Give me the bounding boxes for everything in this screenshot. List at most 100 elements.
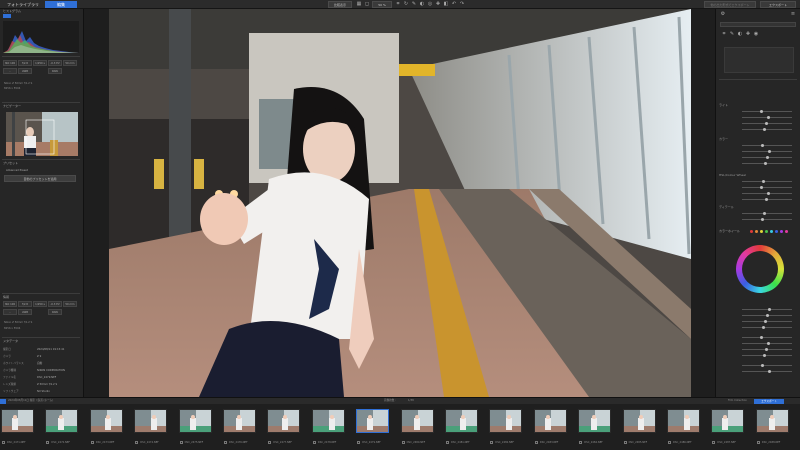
colour-swatch[interactable]: [760, 230, 763, 233]
select-checkbox[interactable]: [224, 441, 227, 444]
slider-knob[interactable]: [763, 354, 766, 357]
flash-button[interactable]: -: [3, 68, 17, 74]
compare-button[interactable]: 比較表示: [328, 1, 352, 8]
adjustment-slider[interactable]: [742, 144, 792, 147]
filmstrip-thumbnail[interactable]: [178, 409, 212, 433]
colour-swatch[interactable]: [775, 230, 778, 233]
adjustment-slider[interactable]: [742, 198, 792, 201]
filmstrip-thumbnail[interactable]: [1, 409, 34, 433]
adjustment-slider[interactable]: [742, 354, 792, 357]
adjustment-slider[interactable]: [742, 150, 792, 153]
eye-tool-icon[interactable]: ◉: [753, 31, 759, 37]
slider-knob[interactable]: [768, 150, 771, 153]
adjustment-slider[interactable]: [742, 156, 792, 159]
crop-tool-icon[interactable]: ⌗: [721, 31, 727, 37]
select-checkbox[interactable]: [135, 441, 139, 444]
select-checkbox[interactable]: [490, 441, 494, 444]
colour-swatch[interactable]: [780, 230, 783, 233]
slider-knob[interactable]: [760, 110, 763, 113]
filmstrip-thumbnail[interactable]: [533, 409, 567, 433]
mask-tool-icon[interactable]: ◐: [737, 31, 743, 37]
slider-knob[interactable]: [763, 128, 766, 131]
adjustment-slider[interactable]: [742, 180, 792, 183]
filmstrip-thumbnail[interactable]: [356, 409, 390, 433]
advanced-preset-label[interactable]: Advanced Preset: [6, 169, 28, 172]
slider-knob[interactable]: [767, 192, 770, 195]
adjustment-slider[interactable]: [742, 336, 792, 339]
select-checkbox[interactable]: [2, 441, 5, 444]
zoom-select[interactable]: 50 %: [372, 1, 392, 8]
light-section-title[interactable]: ライト: [719, 103, 728, 108]
select-checkbox[interactable]: [90, 441, 94, 444]
slider-knob[interactable]: [761, 218, 764, 221]
slider-knob[interactable]: [763, 212, 766, 215]
slider-knob[interactable]: [767, 116, 770, 119]
colour-section-title[interactable]: カラー: [719, 137, 728, 142]
tab-library[interactable]: フォトライブラリ: [4, 1, 42, 8]
select-checkbox[interactable]: [268, 441, 272, 444]
slider-knob[interactable]: [766, 156, 769, 159]
adjustment-slider[interactable]: [742, 342, 792, 345]
select-checkbox[interactable]: [579, 441, 583, 444]
film-collection[interactable]: Film Collection: [728, 399, 747, 402]
wb-button[interactable]: AWB: [18, 68, 32, 74]
adjustment-slider[interactable]: [742, 326, 792, 329]
select-checkbox[interactable]: [179, 441, 183, 444]
apply-auto-preset-button[interactable]: 自動のプリセットを適用: [4, 175, 76, 182]
main-photo-canvas[interactable]: [109, 9, 691, 397]
gradient-icon[interactable]: ◐: [419, 1, 425, 7]
undo-icon[interactable]: ↶: [451, 1, 457, 7]
tab-edit[interactable]: 編集: [45, 1, 77, 8]
fit-view-icon[interactable]: ◻: [364, 1, 370, 7]
filmstrip-thumbnail[interactable]: [134, 409, 168, 433]
adjustment-slider[interactable]: [742, 116, 792, 119]
filmstrip-thumbnail[interactable]: [89, 409, 123, 433]
slider-knob[interactable]: [768, 308, 771, 311]
adjustment-slider[interactable]: [742, 218, 792, 221]
brush-icon[interactable]: ✎: [411, 1, 417, 7]
slider-knob[interactable]: [761, 144, 764, 147]
select-checkbox[interactable]: [668, 441, 671, 444]
filmstrip-thumbnail[interactable]: [622, 409, 656, 433]
filmstrip-thumbnail[interactable]: [667, 409, 700, 433]
slider-knob[interactable]: [761, 364, 764, 367]
settings-icon[interactable]: ⚙: [720, 11, 726, 17]
adjustment-slider[interactable]: [742, 348, 792, 351]
redo-icon[interactable]: ↷: [459, 1, 465, 7]
export-button[interactable]: エクスポート: [760, 1, 796, 8]
filmstrip-thumbnail[interactable]: [45, 409, 79, 433]
colour-swatch[interactable]: [765, 230, 768, 233]
slider-knob[interactable]: [767, 342, 770, 345]
spot-heal-icon[interactable]: ✚: [435, 1, 441, 7]
slider-knob[interactable]: [766, 314, 769, 317]
slider-knob[interactable]: [765, 348, 768, 351]
filmstrip-thumbnail[interactable]: [578, 409, 612, 433]
colour-wheel[interactable]: [736, 245, 784, 293]
select-checkbox[interactable]: [756, 441, 760, 444]
ev-button[interactable]: -0.3 EV: [48, 60, 62, 66]
adjustment-slider[interactable]: [742, 192, 792, 195]
colour-swatch[interactable]: [750, 230, 753, 233]
slider-knob[interactable]: [764, 162, 767, 165]
adjustment-slider[interactable]: [742, 162, 792, 165]
crop-icon[interactable]: ⌗: [395, 1, 401, 7]
filmstrip-thumbnail[interactable]: [311, 409, 345, 433]
select-checkbox[interactable]: [534, 441, 538, 444]
select-checkbox[interactable]: [446, 441, 449, 444]
export-other-button[interactable]: 他の出力形式でエクスポート: [704, 1, 756, 8]
adjustment-slider[interactable]: [742, 122, 792, 125]
slider-knob[interactable]: [760, 186, 763, 189]
adjustment-slider[interactable]: [742, 364, 792, 367]
select-checkbox[interactable]: [712, 441, 716, 444]
detail-section-title[interactable]: ディテール: [719, 205, 734, 210]
heal-tool-icon[interactable]: ✚: [745, 31, 751, 37]
filmstrip-thumbnail[interactable]: [400, 409, 434, 433]
adjustment-slider[interactable]: [742, 370, 792, 373]
grid-view-icon[interactable]: ▦: [356, 1, 362, 7]
select-checkbox[interactable]: [46, 441, 50, 444]
select-checkbox[interactable]: [401, 441, 405, 444]
slider-knob[interactable]: [762, 180, 765, 183]
shutter-button[interactable]: 1/250 s: [33, 60, 47, 66]
hsl-section-title[interactable]: HSL/Colour Wheel: [719, 173, 746, 178]
slider-knob[interactable]: [765, 198, 768, 201]
